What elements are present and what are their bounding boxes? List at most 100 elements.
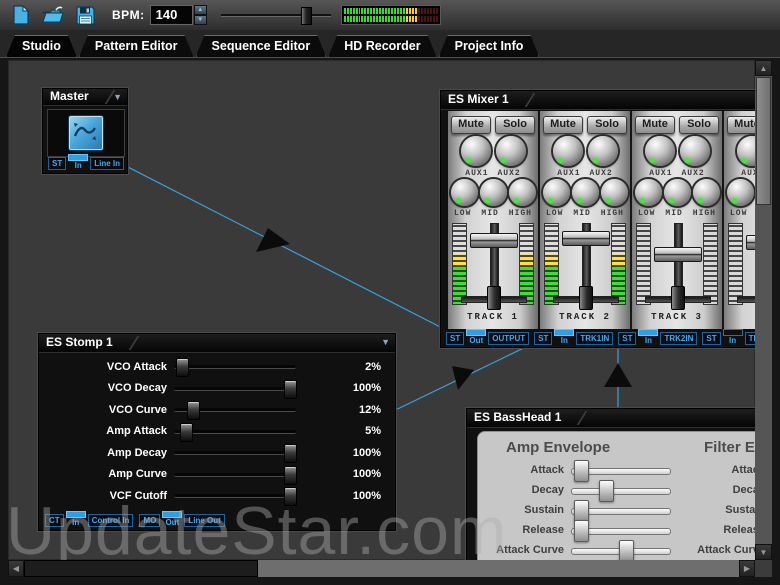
param-slider-handle[interactable] [284,465,297,485]
master-titlebar[interactable]: Master ▼ [43,89,127,106]
volume-fader-handle[interactable] [562,231,610,246]
param-slider-handle[interactable] [574,520,589,542]
studio-canvas[interactable]: Master ▼ ST In Line In ES Mixer 1 Mute S… [8,60,755,560]
port-group[interactable]: ST In TRK1IN [534,329,614,345]
low-knob[interactable] [727,179,754,206]
tab-studio[interactable]: Studio [6,35,77,57]
aux2-knob[interactable] [588,136,618,166]
pan-handle[interactable] [579,286,593,310]
port-group[interactable]: ST In TRK2IN [618,329,698,345]
tab-hd-recorder[interactable]: HD Recorder [328,35,436,57]
port-group[interactable]: CT In Control In [45,511,134,527]
scroll-right-icon[interactable]: ▶ [739,560,755,577]
mute-button[interactable]: Mute [635,116,675,134]
scroll-left-icon[interactable]: ◀ [8,560,24,577]
bpm-spin-down-icon[interactable]: ▼ [193,15,207,25]
high-knob[interactable] [601,179,628,206]
port-socket[interactable]: In [65,511,86,527]
save-file-button[interactable] [74,4,96,26]
solo-button[interactable]: Solo [679,116,719,134]
mid-knob[interactable] [664,179,691,206]
scroll-down-icon[interactable]: ▼ [755,544,772,560]
port-group[interactable]: ST Out OUTPUT [446,329,530,345]
pan-handle[interactable] [487,286,501,310]
tab-project-info[interactable]: Project Info [439,35,540,57]
low-knob[interactable] [451,179,478,206]
port-socket[interactable]: In [68,154,89,170]
low-knob[interactable] [635,179,662,206]
scroll-up-icon[interactable]: ▲ [755,60,772,76]
open-file-button[interactable] [42,4,64,26]
param-slider[interactable] [174,379,297,399]
param-slider[interactable] [571,520,671,542]
param-slider[interactable] [571,460,671,482]
param-slider[interactable] [174,444,297,464]
volume-fader-handle[interactable] [654,247,702,262]
bpm-spin-up-icon[interactable]: ▲ [193,5,207,15]
param-slider[interactable] [174,487,297,507]
port-socket[interactable]: Out [162,511,183,527]
vertical-scrollbar[interactable]: ▲ ▼ [755,60,772,560]
vertical-scroll-thumb[interactable] [756,77,771,205]
high-knob[interactable] [509,179,536,206]
mid-knob[interactable] [572,179,599,206]
aux1-knob[interactable] [737,136,755,166]
param-slider-handle[interactable] [180,422,193,442]
param-slider-handle[interactable] [619,540,634,560]
param-slider[interactable] [571,500,671,522]
port-socket[interactable]: In [638,329,659,345]
port-name[interactable]: Control In [87,514,134,527]
solo-button[interactable]: Solo [495,116,535,134]
param-slider[interactable] [174,465,297,485]
aux2-knob[interactable] [680,136,710,166]
high-knob[interactable] [693,179,720,206]
wire-mixer-to-master[interactable] [119,162,453,334]
tab-pattern-editor[interactable]: Pattern Editor [79,35,194,57]
collapse-button[interactable]: ▼ [113,93,122,102]
param-slider-handle[interactable] [176,358,189,378]
horizontal-scroll-thumb[interactable] [24,560,258,577]
port-socket[interactable]: In [722,329,743,345]
aux1-knob[interactable] [553,136,583,166]
aux1-knob[interactable] [645,136,675,166]
port-group[interactable]: ST In TRK3IN [702,329,755,345]
port-group[interactable]: MO Out Line Out [139,511,225,527]
low-knob[interactable] [543,179,570,206]
mute-button[interactable]: Mute [727,116,755,134]
param-slider-handle[interactable] [284,444,297,464]
mute-button[interactable]: Mute [543,116,583,134]
mute-button[interactable]: Mute [451,116,491,134]
param-slider-handle[interactable] [187,401,200,421]
param-slider-handle[interactable] [284,379,297,399]
port-name[interactable]: TRK3IN [744,332,755,345]
param-slider[interactable] [571,540,671,560]
pan-handle[interactable] [671,286,685,310]
aux2-knob[interactable] [496,136,526,166]
basshead-titlebar[interactable]: ES BassHead 1 ▼ [467,409,755,428]
param-slider-handle[interactable] [284,487,297,507]
tab-sequence-editor[interactable]: Sequence Editor [196,35,327,57]
tempo-slider-handle[interactable] [300,7,312,25]
param-slider[interactable] [174,422,296,442]
new-file-button[interactable] [10,4,32,26]
param-slider[interactable] [174,401,296,421]
port-name[interactable]: TRK1IN [576,332,614,345]
mid-knob[interactable] [480,179,507,206]
port-name[interactable]: Line Out [184,514,225,527]
port-name[interactable]: OUTPUT [488,332,530,345]
port-socket[interactable]: Out [466,329,487,345]
horizontal-scrollbar[interactable]: ◀ ▶ [8,560,755,577]
volume-fader-handle[interactable] [470,233,518,248]
port-name[interactable]: TRK2IN [660,332,698,345]
port-name[interactable]: Line In [90,157,125,170]
param-slider-handle[interactable] [599,480,614,502]
bpm-value-field[interactable]: 140 [149,5,193,25]
port-socket[interactable]: In [554,329,575,345]
collapse-button[interactable]: ▼ [381,338,390,347]
volume-fader-handle[interactable] [746,235,755,250]
tempo-slider[interactable] [220,5,331,25]
master-wave-icon[interactable] [68,115,104,151]
aux1-knob[interactable] [461,136,491,166]
param-slider[interactable] [571,480,671,502]
solo-button[interactable]: Solo [587,116,627,134]
